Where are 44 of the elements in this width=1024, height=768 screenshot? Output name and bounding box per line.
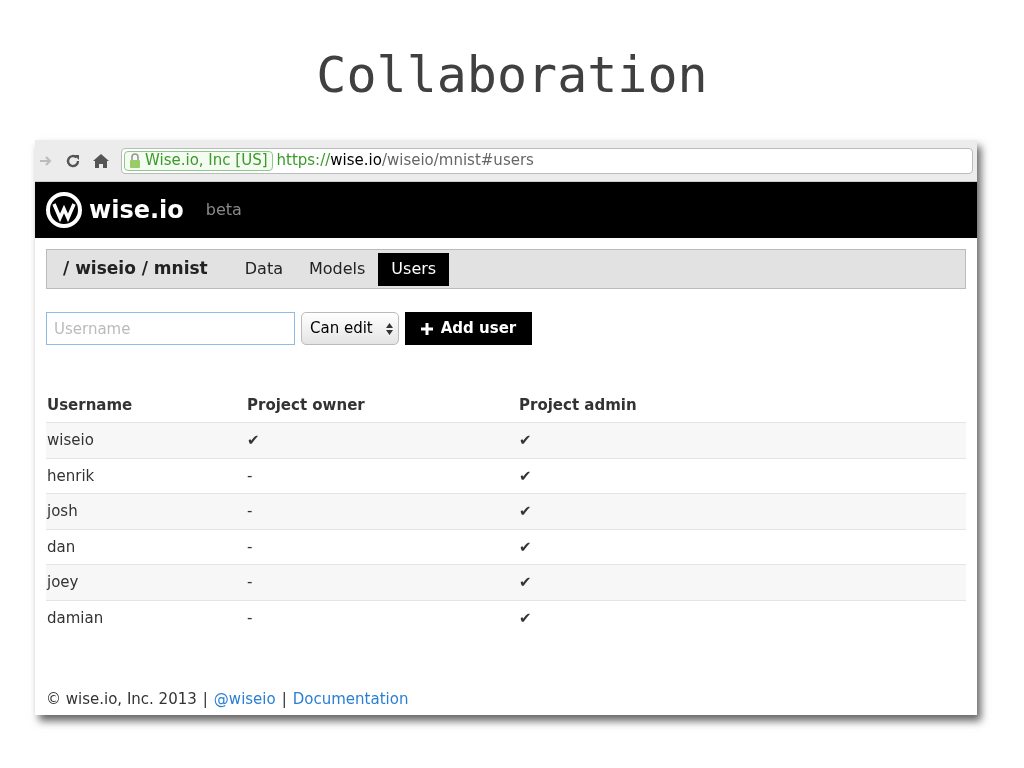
username-cell-text: joey: [47, 572, 80, 593]
project-tab[interactable]: Data: [231, 252, 296, 286]
owner-cell-text: -: [247, 536, 254, 558]
owner-cell-text: -: [247, 501, 254, 522]
copyright-text: © wise.io, Inc. 2013: [46, 689, 197, 710]
username-cell-text: dan: [47, 536, 77, 558]
address-bar[interactable]: Wise.io, Inc [US] https://wise.io/wiseio/mnist#users: [121, 147, 973, 174]
slide-title: Collaboration: [316, 45, 708, 106]
owner-cell-text: -: [247, 465, 254, 487]
owner-cell-text: -: [247, 607, 254, 629]
plus-icon: [420, 322, 433, 335]
documentation-link[interactable]: Documentation: [292, 688, 409, 711]
beta-label: beta: [205, 199, 242, 221]
admin-cell-text: ✔: [519, 430, 533, 451]
project-tab[interactable]: Users: [378, 252, 450, 286]
reload-icon[interactable]: [65, 152, 81, 169]
twitter-link[interactable]: @wiseio: [213, 688, 276, 711]
admin-cell-text: ✔: [519, 607, 533, 629]
column-header: Username: [47, 394, 134, 416]
admin-cell-text: ✔: [519, 536, 533, 558]
dropdown-arrows-icon: [384, 321, 394, 336]
admin-cell-text: ✔: [519, 465, 533, 487]
logo-icon: [45, 191, 83, 229]
admin-cell-text: ✔: [519, 572, 533, 593]
username-cell-text: henrik: [47, 465, 96, 487]
permission-select[interactable]: Can edit: [301, 312, 399, 345]
separator: |: [281, 689, 287, 710]
home-icon[interactable]: [93, 152, 109, 169]
username-field[interactable]: Username: [46, 312, 295, 345]
username-cell-text: josh: [47, 501, 79, 522]
column-header: Project owner: [247, 394, 366, 416]
owner-cell-text: ✔: [247, 430, 261, 451]
separator: |: [202, 689, 208, 710]
column-header: Project admin: [519, 394, 638, 416]
add-user-button[interactable]: Add user: [404, 312, 533, 345]
username-cell-text: wiseio: [47, 430, 95, 451]
admin-cell-text: ✔: [519, 501, 533, 522]
url-text: https://wise.io/wiseio/mnist#users: [276, 150, 534, 172]
owner-cell-text: -: [247, 572, 254, 593]
brand-name[interactable]: wise.io: [89, 192, 184, 228]
padlock-icon: [129, 153, 141, 168]
project-tab[interactable]: Models: [295, 252, 379, 286]
project-breadcrumb: / wiseio / mnist: [63, 257, 208, 281]
username-cell-text: damian: [47, 607, 105, 629]
